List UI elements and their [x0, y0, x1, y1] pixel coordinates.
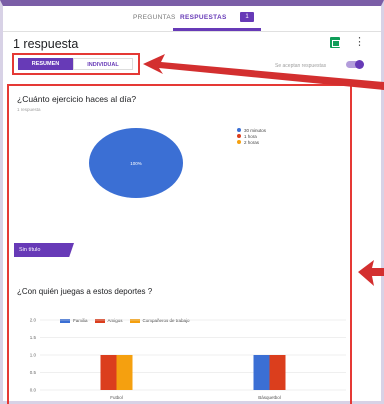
more-vert-icon[interactable]: ⋮	[354, 35, 365, 48]
question-2-title: ¿Con quién juegas a estos deportes ?	[17, 287, 153, 296]
bar-futbol-amigos	[100, 355, 117, 390]
x-tick-label: Futbol	[110, 395, 123, 400]
annotation-arrow-bottom	[358, 260, 384, 286]
legend-item-2-horas: 2 horas	[237, 139, 266, 145]
legend-dot	[237, 140, 241, 144]
legend-label: 30 minutos	[244, 127, 267, 133]
y-tick-label: 0.0	[30, 388, 37, 393]
question-1-title: ¿Cuánto ejercicio haces al día?	[17, 94, 137, 104]
tab-respuestas[interactable]: RESPUESTAS	[180, 14, 227, 21]
bar-básquetbol-familia	[253, 355, 270, 390]
y-tick-label: 1.0	[30, 353, 37, 358]
individual-button[interactable]: INDIVIDUAL	[73, 58, 133, 70]
pie-chart: 100%	[89, 128, 183, 198]
responses-count-badge: 1	[240, 12, 254, 22]
y-tick-label: 1.5	[30, 335, 37, 340]
bar-básquetbol-amigos	[269, 355, 286, 390]
question-1-count: 1 respuesta	[17, 107, 41, 112]
y-tick-label: 0.5	[30, 370, 37, 375]
section-label: Sin título	[14, 243, 74, 257]
pie-legend: 30 minutos 1 hora 2 horas	[237, 127, 266, 145]
responses-title: 1 respuesta	[13, 37, 79, 51]
tab-bar: PREGUNTAS RESPUESTAS 1	[3, 6, 381, 32]
view-toggle-highlight: RESUMEN INDIVIDUAL	[12, 53, 140, 75]
x-tick-label: Básquetbol	[258, 395, 281, 400]
legend-label: 2 horas	[244, 139, 260, 145]
legend-dot	[237, 128, 241, 132]
legend-label: 1 hora	[244, 133, 257, 139]
annotation-arrow-top	[143, 54, 384, 90]
spreadsheet-icon[interactable]	[330, 37, 340, 48]
bar-futbol-compañeros-de-trabajo	[116, 355, 133, 390]
summary-button[interactable]: RESUMEN	[18, 58, 73, 70]
active-tab-indicator	[173, 28, 261, 31]
bar-chart: 0.0 0.5 1.0 1.5 2.0 Futbol Básquetbol	[30, 318, 346, 400]
pie-data-label: 100%	[130, 161, 142, 166]
tab-preguntas[interactable]: PREGUNTAS	[133, 14, 176, 21]
y-tick-label: 2.0	[30, 318, 37, 323]
legend-dot	[237, 134, 241, 138]
